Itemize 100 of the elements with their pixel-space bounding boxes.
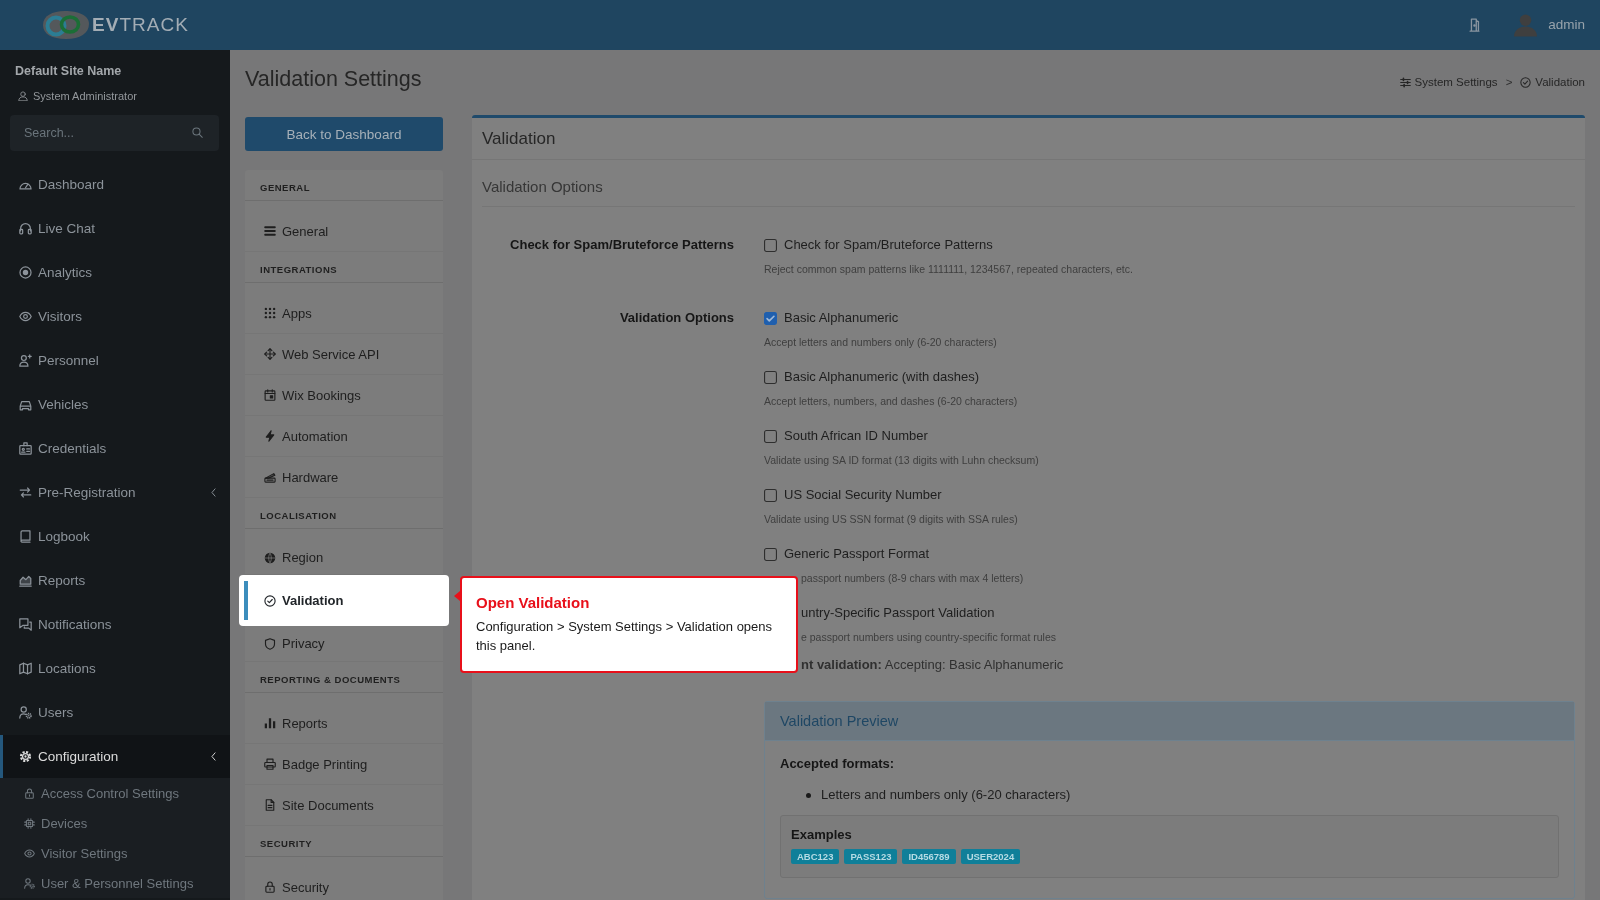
page-title: Validation Settings: [245, 66, 422, 92]
option-description: Reject common spam patterns like 1111111, 1234567, repeated characters, etc.: [764, 262, 1133, 276]
examples-heading: Examples: [791, 826, 852, 844]
example-tag: PASS123: [844, 849, 898, 864]
globe-icon: [264, 551, 276, 564]
target-icon: [19, 265, 32, 279]
option-description: Accept letters and numbers only (6-20 characters): [764, 335, 997, 349]
format-text: Letters and numbers only (6-20 characters): [821, 786, 1071, 804]
sidebar-item[interactable]: Users: [0, 690, 230, 734]
accepted-formats-heading: Accepted formats:: [780, 755, 895, 773]
sidebar-item[interactable]: Notifications: [0, 602, 230, 646]
option-description: e passport numbers using country-specific format rules: [801, 630, 1057, 644]
checkbox[interactable]: [764, 547, 777, 561]
sidebar-item[interactable]: Credentials: [0, 426, 230, 470]
sidebar-item[interactable]: Dashboard: [0, 162, 230, 206]
sidebar-item[interactable]: Logbook: [0, 514, 230, 558]
option-label: untry-Specific Passport Validation: [801, 604, 995, 622]
sidebar-item[interactable]: Pre-Registration: [0, 470, 230, 514]
nav-section-heading: INTEGRATIONS: [260, 263, 338, 276]
sidebar-item[interactable]: Live Chat: [0, 206, 230, 250]
bar-chart-icon: [264, 717, 276, 729]
settings-nav-item[interactable]: Reports: [245, 703, 443, 744]
breadcrumb-separator: >: [1505, 75, 1513, 90]
option-description: Validate using US SSN format (9 digits with SSA rules): [764, 512, 1018, 526]
logo-text: EVTRACK: [92, 13, 189, 37]
sidebar-item[interactable]: Reports: [0, 558, 230, 602]
id-card-icon: [19, 441, 32, 455]
sidebar-item[interactable]: Locations: [0, 646, 230, 690]
nav-section-heading: GENERAL: [260, 181, 310, 194]
settings-nav-item[interactable]: Apps: [245, 293, 443, 334]
form-label: Check for Spam/Bruteforce Patterns: [510, 237, 734, 252]
callout-text: Configuration > System Settings > Validation opens this panel.: [476, 618, 774, 655]
sidebar-item[interactable]: Configuration: [0, 735, 230, 778]
settings-nav-item[interactable]: Automation: [245, 416, 443, 457]
nav-section-heading: SECURITY: [260, 837, 313, 850]
search-icon[interactable]: [192, 127, 203, 138]
headset-icon: [19, 221, 32, 235]
example-tag: ABC123: [791, 849, 840, 864]
scanner-icon: [264, 471, 276, 483]
user-role: System Administrator: [33, 89, 137, 103]
lock-icon: [264, 881, 276, 893]
chat-icon: [19, 617, 32, 631]
gear-icon: [19, 750, 32, 763]
checkbox[interactable]: [764, 488, 777, 502]
bolt-icon: [264, 430, 276, 442]
user-gear-icon: [19, 705, 32, 719]
option-label: Basic Alphanumeric: [784, 309, 899, 327]
breadcrumb-current: Validation: [1520, 73, 1585, 91]
settings-nav-item[interactable]: General: [245, 211, 443, 252]
search-field[interactable]: Search...: [10, 115, 219, 151]
sidebar-item[interactable]: Analytics: [0, 250, 230, 294]
example-tag: ID456789: [902, 849, 956, 864]
sidebar-subitem[interactable]: Devices: [0, 808, 230, 838]
sidebar-subitem[interactable]: Visitor Settings: [0, 838, 230, 868]
option-label: South African ID Number: [784, 427, 928, 445]
option-label: US Social Security Number: [784, 486, 942, 504]
current-validation-text: nt validation: Accepting: Basic Alphanumeric: [801, 656, 1064, 674]
settings-nav-item[interactable]: Site Documents: [245, 785, 443, 826]
sidebar-subitem[interactable]: Access Control Settings: [0, 778, 230, 808]
user-gear-icon: [24, 877, 35, 889]
sidebar-item[interactable]: Visitors: [0, 294, 230, 338]
back-button[interactable]: Back to Dashboard: [245, 117, 443, 151]
checkbox[interactable]: [764, 311, 777, 325]
checkbox[interactable]: [764, 238, 777, 252]
form-label: Validation Options: [619, 310, 734, 325]
option-description: passport numbers (8-9 chars with max 4 letters): [801, 571, 1024, 585]
area-chart-icon: [19, 573, 32, 587]
option-label: Check for Spam/Bruteforce Patterns: [784, 236, 993, 254]
sidebar-subitem[interactable]: User & Personnel Settings: [0, 868, 230, 898]
user-icon: [18, 91, 28, 101]
settings-nav-item[interactable]: Badge Printing: [245, 744, 443, 785]
nav-section-heading: REPORTING & DOCUMENTS: [260, 673, 401, 686]
book-icon: [19, 529, 32, 543]
site-name: Default Site Name: [15, 63, 122, 80]
lock-icon: [24, 787, 35, 799]
checkbox[interactable]: [764, 429, 777, 443]
settings-nav-item[interactable]: Wix Bookings: [245, 375, 443, 416]
document-icon: [264, 799, 276, 811]
settings-nav-item[interactable]: Privacy: [245, 626, 443, 662]
breadcrumb-link[interactable]: System Settings: [1399, 73, 1498, 91]
door-icon[interactable]: [1469, 18, 1481, 32]
settings-nav-item[interactable]: Validation: [239, 575, 449, 626]
check-circle-icon: [1520, 76, 1532, 88]
settings-nav-item[interactable]: Web Service API: [245, 334, 443, 375]
shield-icon: [264, 637, 276, 650]
option-description: Validate using SA ID format (13 digits with Luhn checksum): [764, 453, 1039, 467]
sidebar-item[interactable]: Personnel: [0, 338, 230, 382]
checkbox[interactable]: [764, 370, 777, 384]
option-label: Generic Passport Format: [784, 545, 930, 563]
grid-icon: [264, 307, 276, 319]
settings-nav-item[interactable]: Security: [245, 867, 443, 900]
arrows-icon: [19, 485, 32, 499]
settings-nav-item[interactable]: Hardware: [245, 457, 443, 498]
sidebar-item[interactable]: Vehicles: [0, 382, 230, 426]
callout-title: Open Validation: [476, 593, 590, 613]
move-icon: [264, 348, 276, 360]
calendar-icon: [264, 389, 276, 401]
username[interactable]: admin: [1548, 16, 1585, 34]
preview-title: Validation Preview: [780, 712, 899, 731]
example-tag: USER2024: [960, 849, 1021, 864]
